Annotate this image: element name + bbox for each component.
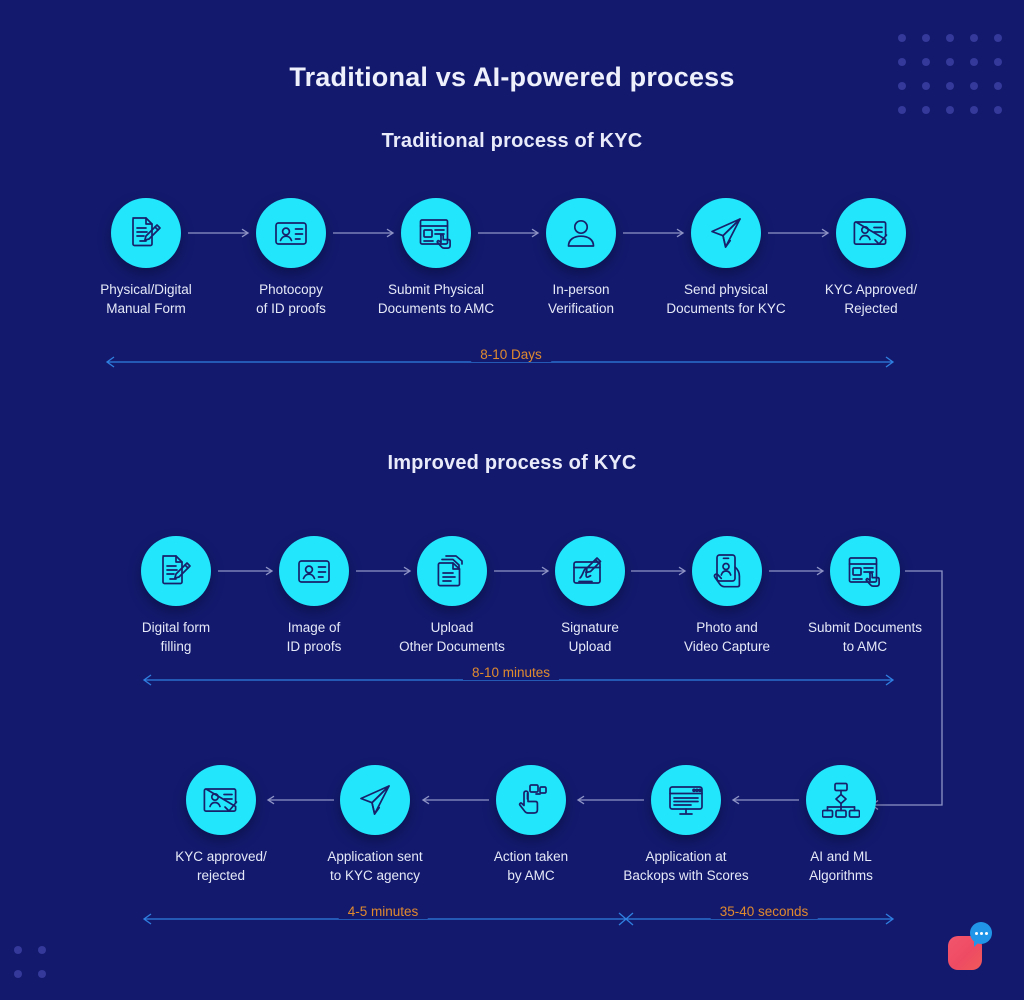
timeline-label: 4-5 minutes	[338, 904, 428, 919]
id-card-icon	[279, 536, 349, 606]
chat-widget[interactable]	[948, 922, 1004, 978]
timeline-label: 8-10 minutes	[462, 665, 560, 680]
flow-node-improved-5[interactable]: Photo and Video Capture	[652, 536, 802, 656]
paper-plane-icon	[340, 765, 410, 835]
flow-node-label: Send physical Documents for KYC	[666, 282, 786, 317]
signature-pad-icon	[555, 536, 625, 606]
flow-node-label: Photo and Video Capture	[683, 620, 771, 655]
monitor-icon	[651, 765, 721, 835]
flow-node-traditional-4[interactable]: In-person Verification	[506, 198, 656, 318]
section-heading-traditional: Traditional process of KYC	[381, 130, 643, 152]
flow-node-label: Application sent to KYC agency	[327, 849, 423, 884]
document-pencil-icon	[141, 536, 211, 606]
flow-node-label: Signature Upload	[561, 620, 619, 655]
flow-node-improved-3[interactable]: Upload Other Documents	[377, 536, 527, 656]
phone-selfie-icon	[692, 536, 762, 606]
page-title: Traditional vs AI-powered process	[289, 62, 735, 92]
flow-node-label: Application at Backops with Scores	[623, 849, 749, 884]
document-hand-icon	[401, 198, 471, 268]
id-card-check-icon	[836, 198, 906, 268]
chat-bubble-icon	[970, 922, 992, 947]
paper-plane-icon	[691, 198, 761, 268]
flow-node-traditional-3[interactable]: Submit Physical Documents to AMC	[361, 198, 511, 318]
decorative-dot-grid-bottom-left	[14, 946, 62, 994]
flow-node-label: KYC Approved/ Rejected	[824, 282, 918, 317]
flowchart-ai-icon	[806, 765, 876, 835]
timeline-traditional-duration: 8-10 Days	[105, 347, 895, 375]
flow-node-traditional-2[interactable]: Photocopy of ID proofs	[216, 198, 366, 318]
flow-node-label: Action taken by AMC	[493, 849, 569, 884]
flow-node-label: In-person Verification	[547, 282, 615, 317]
document-pencil-icon	[111, 198, 181, 268]
flow-node-improved-10[interactable]: Application sent to KYC agency	[300, 765, 450, 885]
flow-node-improved-11[interactable]: KYC approved/ rejected	[146, 765, 296, 885]
flow-node-improved-1[interactable]: Digital form filling	[101, 536, 251, 656]
flow-node-traditional-6[interactable]: KYC Approved/ Rejected	[796, 198, 946, 318]
section-heading-improved: Improved process of KYC	[387, 452, 637, 474]
timeline-improved-phase1-duration: 8-10 minutes	[142, 665, 895, 693]
hand-click-icon	[496, 765, 566, 835]
flow-node-improved-2[interactable]: Image of ID proofs	[239, 536, 389, 656]
timeline-improved-phase2-duration: 4-5 minutes	[142, 904, 630, 932]
flow-node-improved-9[interactable]: Action taken by AMC	[456, 765, 606, 885]
flow-node-improved-7[interactable]: AI and ML Algorithms	[766, 765, 916, 885]
flow-node-label: Upload Other Documents	[399, 620, 505, 655]
flow-node-label: Photocopy of ID proofs	[256, 282, 326, 317]
person-icon	[546, 198, 616, 268]
flow-node-label: KYC approved/ rejected	[175, 849, 267, 884]
timeline-label: 35-40 seconds	[710, 904, 818, 919]
flow-node-label: Physical/Digital Manual Form	[100, 282, 192, 317]
flow-node-traditional-1[interactable]: Physical/Digital Manual Form	[71, 198, 221, 318]
id-card-icon	[256, 198, 326, 268]
flow-node-improved-4[interactable]: Signature Upload	[515, 536, 665, 656]
flow-node-label: Digital form filling	[141, 620, 211, 655]
flow-node-label: Submit Physical Documents to AMC	[377, 282, 495, 317]
flow-node-label: AI and ML Algorithms	[809, 849, 873, 884]
flow-node-traditional-5[interactable]: Send physical Documents for KYC	[651, 198, 801, 318]
timeline-improved-phase3-duration: 35-40 seconds	[630, 904, 895, 932]
flow-node-improved-8[interactable]: Application at Backops with Scores	[611, 765, 761, 885]
documents-stack-icon	[417, 536, 487, 606]
timeline-label: 8-10 Days	[471, 347, 551, 362]
flow-node-label: Image of ID proofs	[286, 620, 342, 655]
id-card-check-icon	[186, 765, 256, 835]
